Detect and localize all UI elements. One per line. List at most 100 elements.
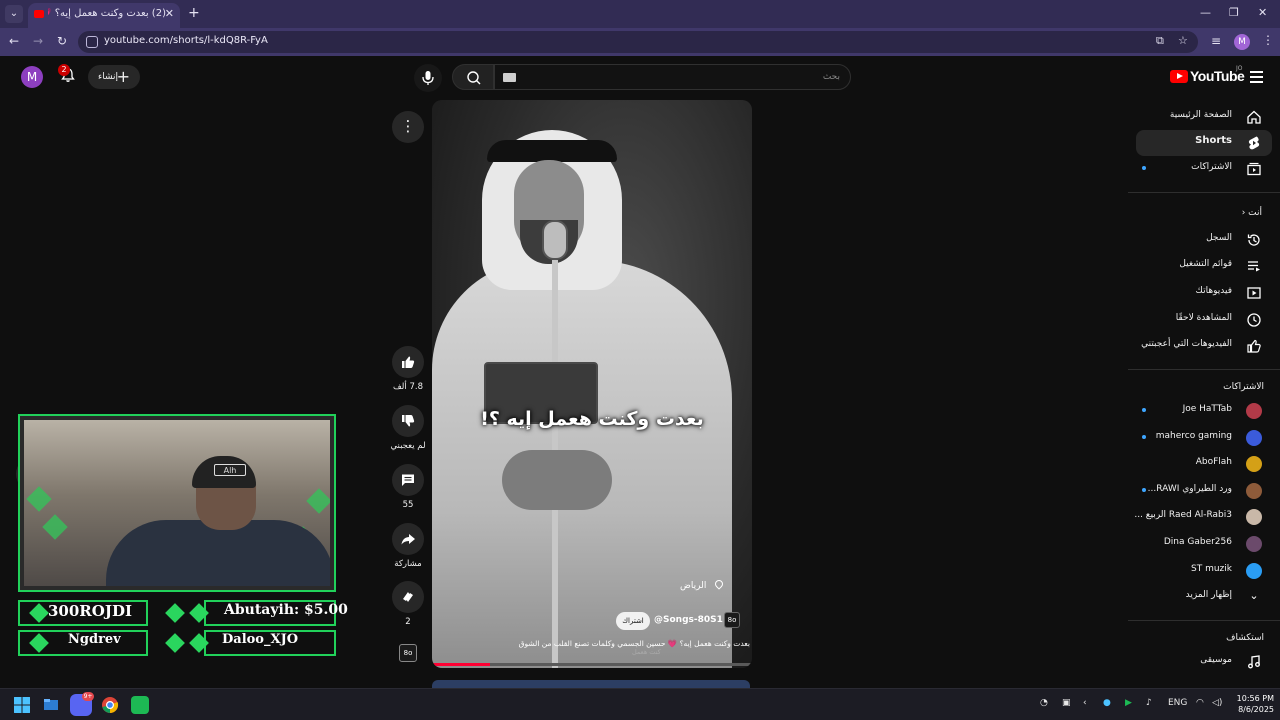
sidebar-item-label: الصفحة الرئيسية xyxy=(1169,110,1232,120)
sidebar-item-music[interactable]: موسيقى xyxy=(1136,649,1272,675)
video-title[interactable]: بعدت وكنت هعمل إيه؟ 💗 حسين الجسمي وكلمات… xyxy=(498,639,750,648)
sidebar-subscription-item[interactable]: Joe HaTTab xyxy=(1136,398,1272,424)
reading-list-icon[interactable]: ≡ xyxy=(1211,34,1221,48)
sidebar-item-subscriptions[interactable]: الاشتراكات xyxy=(1136,156,1272,182)
liked-videos-icon xyxy=(1247,339,1261,353)
subscribe-button[interactable]: اشتراك xyxy=(616,612,650,630)
reload-icon[interactable]: ↻ xyxy=(57,34,67,48)
sound-source-avatar[interactable]: 8o xyxy=(399,644,417,662)
windows-taskbar: 9+ ◔ ▣ ‹ ● ▶ ♪ ENG ◠ ◁) 10:56 PM 8/6/202… xyxy=(0,688,1280,720)
chrome-icon[interactable] xyxy=(101,696,119,714)
new-content-dot xyxy=(1142,408,1146,412)
sidebar-divider xyxy=(1128,192,1280,193)
channel-avatar xyxy=(1246,482,1262,499)
sidebar-item-home[interactable]: الصفحة الرئيسية xyxy=(1136,104,1272,130)
singer-agal xyxy=(487,140,617,162)
tray-play-icon[interactable]: ▶ xyxy=(1125,698,1132,708)
guide-menu-icon[interactable] xyxy=(1250,71,1263,86)
next-short-preview[interactable] xyxy=(432,680,750,688)
comment-count: 55 xyxy=(402,500,414,510)
sidebar-item-label: Dina Gaber256 xyxy=(1163,537,1232,547)
you-section-header[interactable]: أنت ‹ xyxy=(1242,208,1262,218)
show-more-button[interactable]: ⌄ إظهار المزيد xyxy=(1136,584,1272,610)
install-app-icon[interactable]: ⧉ xyxy=(1156,34,1164,48)
restore-icon[interactable]: ❐ xyxy=(1229,6,1239,19)
channel-avatar xyxy=(1246,536,1262,552)
new-content-dot xyxy=(1142,487,1146,492)
subscriptions-icon xyxy=(1247,162,1261,176)
share-button[interactable] xyxy=(392,523,424,555)
voice-search-button[interactable] xyxy=(414,64,442,92)
shorts-player[interactable]: بعدت وكنت هعمل إيه ؟! الرياض اشتراك @Son… xyxy=(432,100,752,668)
chevron-left-icon[interactable]: ‹ xyxy=(1083,698,1087,708)
tray-mic-icon[interactable]: ♪ xyxy=(1146,698,1152,708)
microphone-icon xyxy=(422,71,434,85)
sidebar-subscription-item[interactable]: Dina Gaber256 xyxy=(1136,531,1272,557)
close-window-icon[interactable]: ✕ xyxy=(1258,6,1267,19)
site-info-icon[interactable] xyxy=(86,36,98,48)
sidebar-item-shorts[interactable]: Shorts xyxy=(1136,130,1272,156)
new-tab-icon[interactable]: + xyxy=(188,5,200,21)
tray-app-icon[interactable]: ▣ xyxy=(1062,698,1071,708)
wifi-icon[interactable]: ◠ xyxy=(1196,698,1204,708)
more-options-button[interactable]: ⋮ xyxy=(392,111,424,143)
channel-name[interactable]: @Songs-80S1 xyxy=(654,615,723,625)
sidebar-item-watch-later[interactable]: المشاهدة لاحقًا xyxy=(1136,307,1272,333)
sidebar-subscription-item[interactable]: ورد الطيراوي RAWI... xyxy=(1136,478,1272,504)
minimize-icon[interactable]: — xyxy=(1200,6,1211,19)
sidebar-item-label: ST muzik xyxy=(1191,563,1232,574)
keyboard-icon[interactable] xyxy=(503,73,516,82)
sidebar-subscription-item[interactable]: maherco gaming xyxy=(1136,425,1272,451)
file-explorer-icon[interactable] xyxy=(42,696,60,714)
search-button[interactable] xyxy=(452,64,494,90)
forward-icon[interactable]: → xyxy=(33,34,43,48)
headset-icon[interactable]: ◔ xyxy=(1040,698,1048,708)
channel-avatar[interactable]: 8o xyxy=(724,612,740,628)
close-tab-icon[interactable]: ✕ xyxy=(165,7,174,20)
account-avatar[interactable]: M xyxy=(21,66,43,88)
youtube-header: M 2 إنشاء + بحث YouTube JO xyxy=(0,56,1280,100)
windows-start-icon[interactable] xyxy=(13,696,31,714)
input-language[interactable]: ENG xyxy=(1168,698,1187,708)
comments-button[interactable] xyxy=(392,464,424,496)
address-bar[interactable]: youtube.com/shorts/l-kdQ8R-FyA ⧉ ☆ xyxy=(78,31,1198,53)
sidebar-item-playlists[interactable]: قوائم التشغيل xyxy=(1136,253,1272,279)
sidebar-item-label: ورد الطيراوي RAWI... xyxy=(1147,483,1232,494)
sidebar-item-your-videos[interactable]: فيديوهاتك xyxy=(1136,280,1272,306)
sidebar-subscription-item[interactable]: AboFlah xyxy=(1136,451,1272,477)
bookmark-star-icon[interactable]: ☆ xyxy=(1178,34,1188,47)
shorts-icon xyxy=(1248,136,1260,150)
sidebar-item-label: السجل xyxy=(1206,233,1232,243)
location-tag[interactable]: الرياض xyxy=(680,578,725,591)
search-input[interactable]: بحث xyxy=(494,64,851,90)
browser-toolbar: ← → ↻ youtube.com/shorts/l-kdQ8R-FyA ⧉ ☆… xyxy=(0,28,1280,56)
youtube-favicon-icon xyxy=(34,10,44,18)
tray-browser-icon[interactable]: ● xyxy=(1103,698,1111,708)
dislike-button[interactable] xyxy=(392,405,424,437)
sidebar-item-label: إظهار المزيد xyxy=(1185,590,1232,601)
app-icon[interactable] xyxy=(131,696,149,714)
browser-profile-avatar[interactable]: M xyxy=(1234,34,1250,50)
sidebar-item-label: قوائم التشغيل xyxy=(1179,259,1232,269)
tab-search-button[interactable]: ⌄ xyxy=(5,5,23,23)
sidebar-item-liked-videos[interactable]: الفيديوهات التي أعجبتني xyxy=(1136,333,1272,359)
playlists-icon xyxy=(1248,261,1260,272)
sidebar-subscription-item[interactable]: Raed Al-Rabi3 الربيع ... xyxy=(1134,504,1272,530)
create-button[interactable]: إنشاء + xyxy=(88,65,140,89)
sidebar-subscription-item[interactable]: ST muzik xyxy=(1136,558,1272,584)
donation-row-1: 300ROJDI Abutayih: $5.00 xyxy=(18,600,348,626)
like-button[interactable] xyxy=(392,346,424,378)
browser-menu-icon[interactable]: ⋮ xyxy=(1262,33,1274,47)
subscriptions-section-header: الاشتراكات xyxy=(1223,382,1264,392)
donor-name-2: Ngdrev xyxy=(68,632,121,647)
remix-button[interactable] xyxy=(392,581,424,613)
guide-sidebar: الصفحة الرئيسية Shorts الاشتراكات أنت ‹ … xyxy=(1128,100,1280,688)
volume-icon[interactable]: ◁) xyxy=(1212,698,1222,708)
system-clock[interactable]: 10:56 PM 8/6/2025 xyxy=(1226,693,1274,715)
share-label: مشاركة xyxy=(394,559,422,569)
progress-bar[interactable] xyxy=(432,663,752,666)
back-icon[interactable]: ← xyxy=(9,34,19,48)
browser-tab[interactable]: (2) بعدت وكنت هعمل إيه؟ 💗 ✕ xyxy=(28,3,180,28)
sidebar-item-history[interactable]: السجل xyxy=(1136,227,1272,253)
webcam-feed: Alh xyxy=(24,420,330,586)
